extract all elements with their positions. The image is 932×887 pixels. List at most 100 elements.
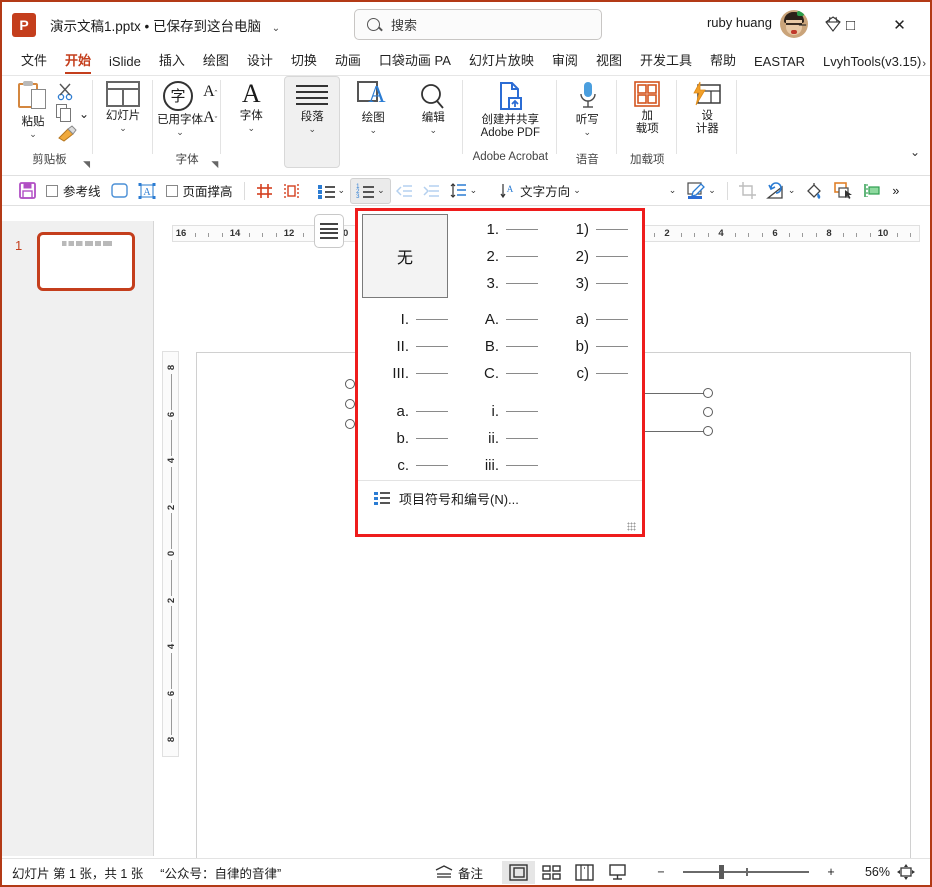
used-font-button[interactable]: 字 已用字体 ⌄ [157, 76, 203, 137]
zoom-out-button[interactable]: − [646, 861, 676, 884]
numbering-option-5-row-1[interactable]: b. [383, 430, 448, 447]
tab-2[interactable]: iSlide [100, 52, 150, 75]
editing-button[interactable]: 编辑 ⌄ [407, 76, 459, 135]
tab-15[interactable]: LvyhTools(v3.15) [814, 52, 930, 75]
increase-font-size-button[interactable]: Aˆ [203, 83, 217, 101]
copy-button[interactable]: ⌄ [56, 104, 89, 123]
slide-sorter-button[interactable] [535, 861, 568, 884]
add-ins-button[interactable]: 加 载项 [621, 76, 673, 136]
search-input[interactable]: 搜索 [354, 9, 602, 40]
numbering-option-4-row-0[interactable]: a) [563, 311, 628, 328]
crop-button[interactable] [734, 178, 761, 204]
slide-info-label[interactable]: 幻灯片 第 1 张，共 1 张 [12, 863, 143, 882]
shape-button[interactable] [106, 178, 133, 204]
numbering-option-3-row-0[interactable]: A. [473, 311, 538, 328]
paragraph-button[interactable]: 段落 ⌄ [284, 76, 341, 168]
numbering-option-5-row-0[interactable]: a. [383, 403, 448, 420]
numbering-option-3-row-1[interactable]: B. [473, 338, 538, 355]
chevron-down-icon[interactable]: ⌄ [788, 185, 796, 196]
dictate-button[interactable]: 听写 ⌄ [561, 76, 613, 137]
inline-chevron-icon[interactable]: ⌄ [664, 178, 682, 204]
tab-12[interactable]: 开发工具 [631, 48, 701, 75]
zoom-slider[interactable] [683, 863, 809, 881]
tab-11[interactable]: 视图 [587, 48, 631, 75]
resize-handle-top-left[interactable] [345, 379, 355, 389]
designer-button[interactable]: 设 计器 [681, 76, 733, 136]
tab-6[interactable]: 切换 [282, 48, 326, 75]
align-vertical-button[interactable] [278, 178, 305, 204]
guides-checkbox[interactable]: 参考线 [41, 178, 106, 204]
chevron-down-icon[interactable]: ⌄ [470, 185, 478, 196]
page-stretch-checkbox[interactable]: 页面撑高 [161, 178, 238, 204]
new-slide-button[interactable]: 幻灯片 ⌄ [97, 76, 149, 133]
more-commands-button[interactable]: » [887, 178, 904, 204]
chevron-down-icon[interactable]: ⌄ [309, 125, 317, 134]
chevron-down-icon[interactable]: ⌄ [176, 128, 184, 137]
theme-info-label[interactable]: “公众号：自律的音律” [160, 863, 281, 882]
font-dialog-launcher[interactable]: ◥ [211, 159, 218, 170]
tab-4[interactable]: 绘图 [194, 48, 238, 75]
select-object-button[interactable] [829, 178, 858, 204]
zoom-level-label[interactable]: 56% [850, 865, 890, 879]
numbering-option-1-row-1[interactable]: 2. [473, 248, 538, 265]
numbering-option-none[interactable]: 无 [362, 214, 448, 298]
chevron-down-icon[interactable]: ⌄ [370, 126, 378, 135]
decrease-indent-button[interactable] [391, 178, 418, 204]
drawing-button[interactable]: A 绘图 ⌄ [347, 76, 399, 135]
numbering-option-5-row-2[interactable]: c. [383, 457, 448, 474]
close-button[interactable]: ✕ [877, 10, 922, 40]
maximize-button[interactable]: □ [828, 10, 873, 40]
chevron-down-icon[interactable]: ⌄ [79, 107, 89, 121]
numbering-option-6-row-0[interactable]: i. [473, 403, 538, 420]
chevron-down-icon[interactable]: ⌄ [272, 23, 280, 34]
clipboard-dialog-launcher[interactable]: ◥ [83, 159, 90, 170]
numbering-option-2-row-2[interactable]: 3) [563, 275, 628, 292]
document-title[interactable]: 演示文稿1.pptx • 已保存到这台电脑 ⌄ [50, 15, 280, 35]
numbering-option-1-row-0[interactable]: 1. [473, 221, 538, 238]
numbering-option-2-row-1[interactable]: 2) [563, 248, 628, 265]
increase-indent-button[interactable] [418, 178, 445, 204]
numbering-option-2-row-0[interactable]: 1) [563, 221, 628, 238]
numbering-option-0-row-1[interactable]: II. [383, 338, 448, 355]
tab-3[interactable]: 插入 [150, 48, 194, 75]
tab-5[interactable]: 设计 [238, 48, 282, 75]
chevron-down-icon[interactable]: ⌄ [584, 128, 592, 137]
resize-handle-middle-left[interactable] [345, 399, 355, 409]
chevron-down-icon[interactable]: ⌄ [573, 185, 581, 196]
tab-13[interactable]: 帮助 [701, 48, 745, 75]
save-button[interactable] [14, 178, 41, 204]
tab-7[interactable]: 动画 [326, 48, 370, 75]
fit-to-window-button[interactable] [890, 861, 922, 884]
chevron-down-icon[interactable]: ⌄ [338, 185, 346, 196]
numbering-option-0-row-0[interactable]: I. [383, 311, 448, 328]
zoom-in-button[interactable]: + [816, 861, 846, 884]
tab-14[interactable]: EASTAR [745, 52, 814, 75]
zoom-slider-handle[interactable] [719, 865, 724, 879]
numbering-option-6-row-1[interactable]: ii. [473, 430, 538, 447]
chevron-down-icon[interactable]: ⌄ [119, 124, 127, 133]
normal-view-button[interactable] [502, 860, 535, 884]
chevron-down-icon[interactable]: ⌄ [377, 185, 385, 196]
resize-handle-bottom-left[interactable] [345, 419, 355, 429]
numbering-button[interactable]: 1 2 3 ⌄ [350, 177, 391, 204]
notes-button[interactable]: 备注 [428, 861, 490, 884]
numbering-option-3-row-2[interactable]: C. [473, 365, 538, 382]
reading-view-button[interactable] [568, 861, 601, 884]
user-name[interactable]: ruby huang [707, 15, 772, 30]
chevron-down-icon[interactable]: ⌄ [430, 126, 438, 135]
chevron-down-icon[interactable]: ⌄ [248, 124, 256, 133]
textbox-button[interactable]: A [133, 178, 161, 204]
resize-handle-middle-right[interactable] [703, 407, 713, 417]
tab-8[interactable]: 口袋动画 PA [370, 48, 460, 75]
tab-1[interactable]: 开始 [56, 48, 100, 75]
format-painter-button[interactable] [56, 125, 89, 143]
slideshow-button[interactable] [601, 861, 634, 884]
align-center-guide-button[interactable] [858, 178, 887, 204]
resize-handle-bottom-right[interactable] [703, 426, 713, 436]
vertical-ruler[interactable]: 8 6 4 2 0 2 4 6 8 [162, 351, 179, 757]
fill-color-button[interactable] [800, 178, 829, 204]
cut-button[interactable] [56, 82, 89, 102]
tabs-overflow-icon[interactable]: › [922, 58, 926, 70]
rotate-button[interactable]: ⌄ [761, 178, 801, 204]
tab-0[interactable]: 文件 [12, 48, 56, 75]
